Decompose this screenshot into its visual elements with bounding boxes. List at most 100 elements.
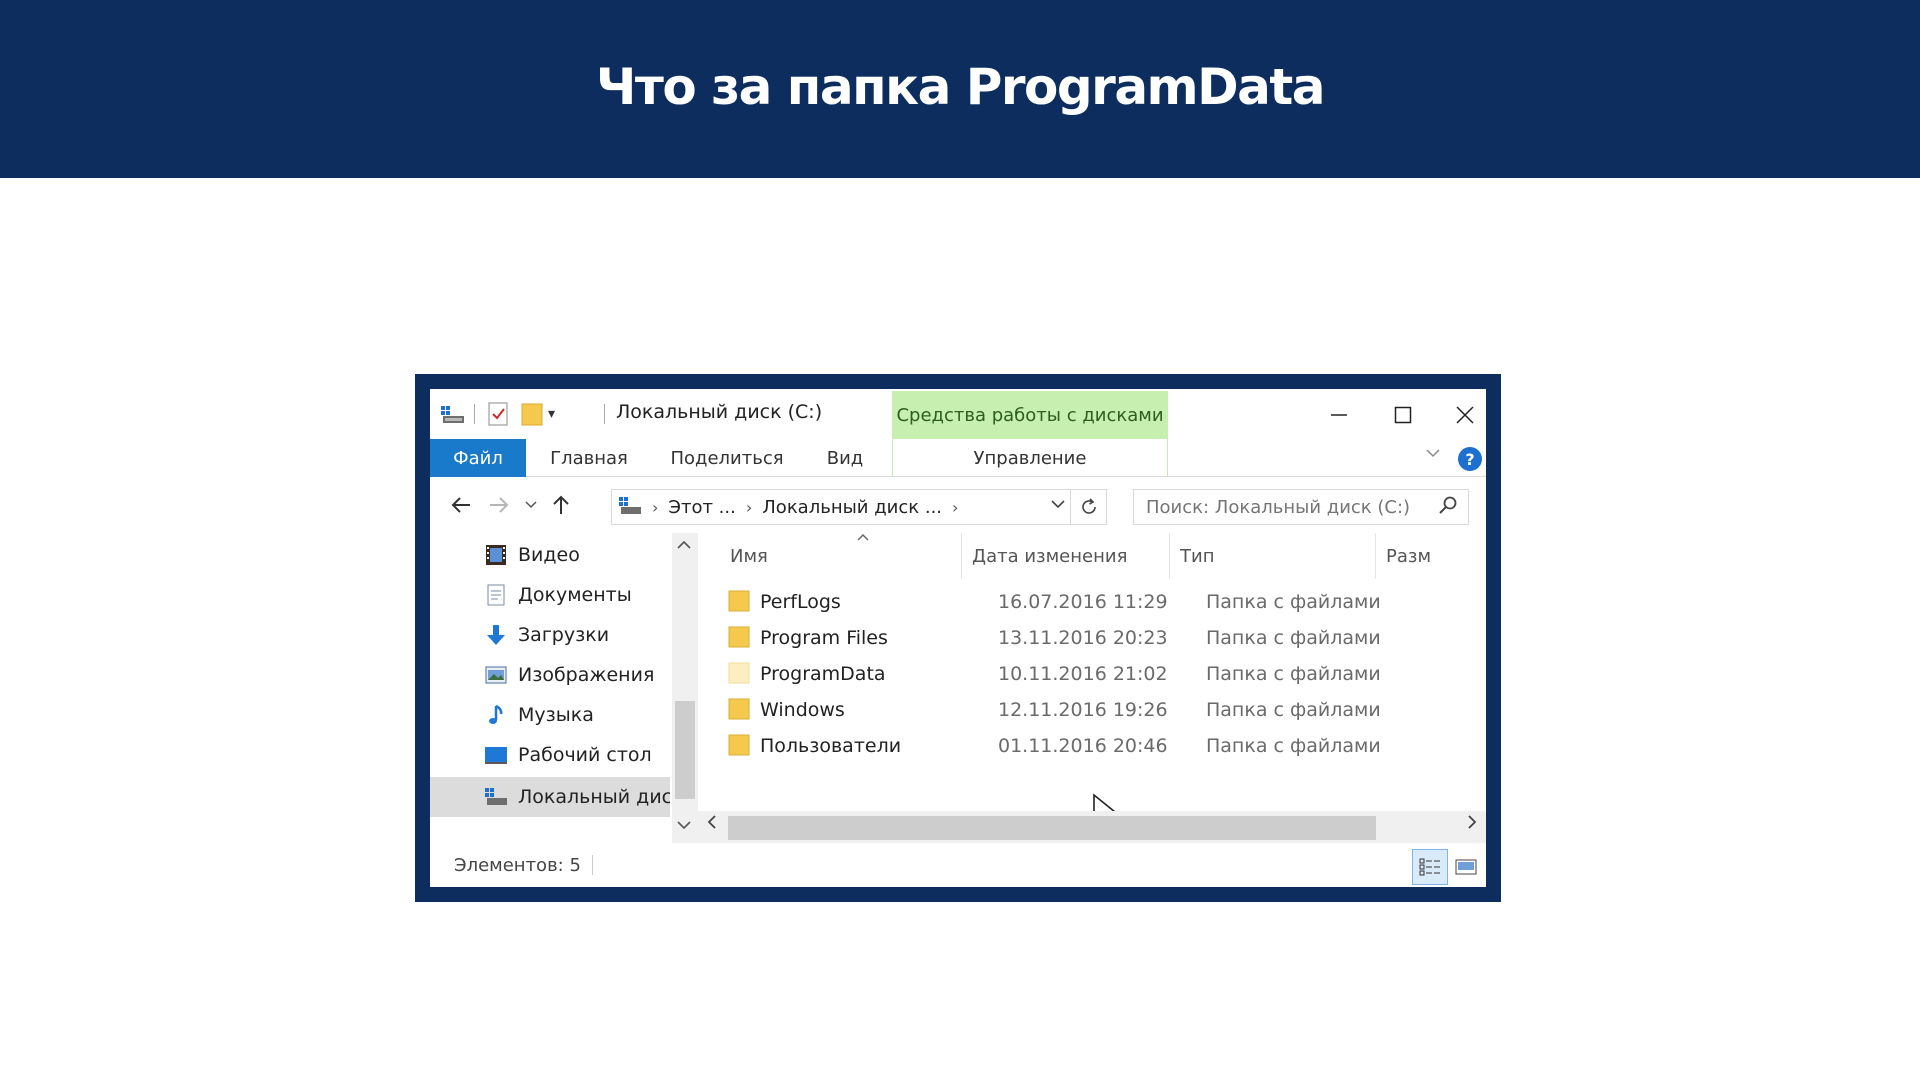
table-row[interactable]: Windows 12.11.2016 19:26 Папка с файлами [698, 691, 1486, 727]
drive-icon[interactable] [440, 399, 466, 429]
column-header-name[interactable]: Имя [698, 533, 962, 579]
sidebar-item-label: Документы [518, 584, 632, 606]
window-title: Локальный диск (C:) [616, 401, 823, 423]
refresh-icon[interactable] [1070, 490, 1106, 524]
table-row[interactable]: PerfLogs 16.07.2016 11:29 Папка с файлам… [698, 583, 1486, 619]
item-count: Элементов: 5 [454, 855, 581, 876]
sidebar-item-label: Видео [518, 544, 580, 566]
sidebar-item-label: Рабочий стол [518, 744, 652, 766]
file-list: Имя Дата изменения Тип Разм PerfLogs 16.… [698, 533, 1486, 843]
scrollbar-thumb[interactable] [675, 701, 695, 799]
table-row[interactable]: Пользователи 01.11.2016 20:46 Папка с фа… [698, 727, 1486, 763]
help-icon[interactable]: ? [1458, 447, 1482, 471]
tab-manage[interactable]: Управление [892, 439, 1168, 477]
scrollbar-thumb[interactable] [728, 816, 1376, 840]
minimize-button[interactable] [1304, 395, 1374, 435]
sidebar-item-downloads[interactable]: Загрузки [430, 615, 670, 655]
large-icons-view-icon[interactable] [1448, 849, 1484, 885]
sidebar-item-label: Локальный диск (C:) [518, 786, 670, 808]
sidebar-item-label: Изображения [518, 664, 655, 686]
tab-file[interactable]: Файл [430, 439, 526, 477]
file-date: 13.11.2016 20:23 [998, 627, 1168, 649]
table-row[interactable]: ProgramData 10.11.2016 21:02 Папка с фай… [698, 655, 1486, 691]
folder-icon [728, 734, 750, 756]
up-arrow-icon[interactable] [546, 489, 576, 521]
file-type: Папка с файлами [1206, 735, 1381, 757]
maximize-button[interactable] [1368, 395, 1438, 435]
details-view-icon[interactable] [1412, 849, 1448, 885]
file-date: 10.11.2016 21:02 [998, 663, 1168, 685]
table-row[interactable]: Program Files 13.11.2016 20:23 Папка с ф… [698, 619, 1486, 655]
file-type: Папка с файлами [1206, 663, 1381, 685]
page-title: Что за папка ProgramData [595, 58, 1326, 116]
search-icon[interactable] [1438, 495, 1458, 520]
address-bar[interactable]: › Этот ... › Локальный диск ... › [611, 489, 1107, 525]
divider [592, 855, 593, 875]
sidebar-item-pictures[interactable]: Изображения [430, 655, 670, 695]
horizontal-scrollbar[interactable] [698, 811, 1486, 843]
file-type: Папка с файлами [1206, 591, 1381, 613]
scroll-up-icon[interactable] [676, 537, 692, 556]
breadcrumb-this-pc[interactable]: Этот ... [668, 497, 735, 518]
breadcrumb-separator-icon[interactable]: › [952, 498, 958, 517]
sidebar-item-label: Музыка [518, 704, 594, 726]
tab-view[interactable]: Вид [810, 439, 880, 477]
column-header-date[interactable]: Дата изменения [962, 533, 1170, 579]
file-name: PerfLogs [760, 591, 841, 613]
context-tab-drive-tools[interactable]: Средства работы с дисками [892, 391, 1168, 439]
address-dropdown-icon[interactable] [1050, 496, 1066, 516]
divider [474, 404, 475, 424]
file-date: 12.11.2016 19:26 [998, 699, 1168, 721]
hidden-folder-icon [728, 662, 750, 684]
column-header-type[interactable]: Тип [1170, 533, 1376, 579]
scroll-right-icon[interactable] [1466, 813, 1478, 836]
file-type: Папка с файлами [1206, 699, 1381, 721]
new-folder-icon[interactable] [520, 399, 544, 429]
customize-toolbar-icon[interactable]: ▾ [548, 399, 555, 429]
breadcrumb-local-disk[interactable]: Локальный диск ... [762, 497, 942, 518]
column-header-size[interactable]: Разм [1376, 533, 1486, 579]
file-date: 01.11.2016 20:46 [998, 735, 1168, 757]
back-arrow-icon[interactable] [446, 489, 476, 521]
tab-home[interactable]: Главная [534, 439, 644, 477]
tab-share[interactable]: Поделиться [652, 439, 802, 477]
search-input[interactable] [1146, 496, 1426, 518]
scroll-left-icon[interactable] [706, 813, 718, 836]
pictures-icon [485, 666, 507, 684]
documents-icon [487, 584, 505, 606]
file-type: Папка с файлами [1206, 627, 1381, 649]
file-name: Пользователи [760, 735, 902, 757]
sidebar-item-documents[interactable]: Документы [430, 575, 670, 615]
sidebar-item-label: Загрузки [518, 624, 610, 646]
sidebar-scrollbar[interactable] [672, 533, 698, 843]
breadcrumb-separator-icon[interactable]: › [652, 498, 658, 517]
sidebar-item-local-disk[interactable]: Локальный диск (C:) [430, 777, 670, 817]
folder-icon [728, 626, 750, 648]
recent-locations-icon[interactable] [518, 489, 544, 521]
divider [604, 404, 605, 424]
video-icon [486, 545, 506, 565]
desktop-icon [485, 747, 507, 764]
navigation-bar: › Этот ... › Локальный диск ... › [430, 477, 1486, 533]
sort-ascending-icon [856, 527, 870, 546]
file-name: Program Files [760, 627, 888, 649]
file-date: 16.07.2016 11:29 [998, 591, 1168, 613]
search-box[interactable] [1133, 489, 1469, 525]
forward-arrow-icon[interactable] [484, 489, 514, 521]
expand-ribbon-icon[interactable] [1425, 445, 1441, 465]
sidebar-item-desktop[interactable]: Рабочий стол [430, 735, 670, 775]
breadcrumb-separator-icon[interactable]: › [746, 498, 752, 517]
properties-icon[interactable] [486, 399, 510, 429]
close-button[interactable] [1430, 395, 1486, 435]
scroll-down-icon[interactable] [676, 817, 692, 836]
explorer-window: ▾ Локальный диск (C:) Средства работы с … [430, 389, 1486, 887]
screenshot-frame: ▾ Локальный диск (C:) Средства работы с … [415, 374, 1501, 902]
sidebar-item-video[interactable]: Видео [430, 535, 670, 575]
title-bar: ▾ Локальный диск (C:) Средства работы с … [430, 389, 1486, 439]
folder-icon [728, 590, 750, 612]
file-name: ProgramData [760, 663, 886, 685]
sidebar-item-music[interactable]: Музыка [430, 695, 670, 735]
drive-icon [618, 495, 642, 520]
file-name: Windows [760, 699, 845, 721]
downloads-icon [487, 625, 505, 645]
